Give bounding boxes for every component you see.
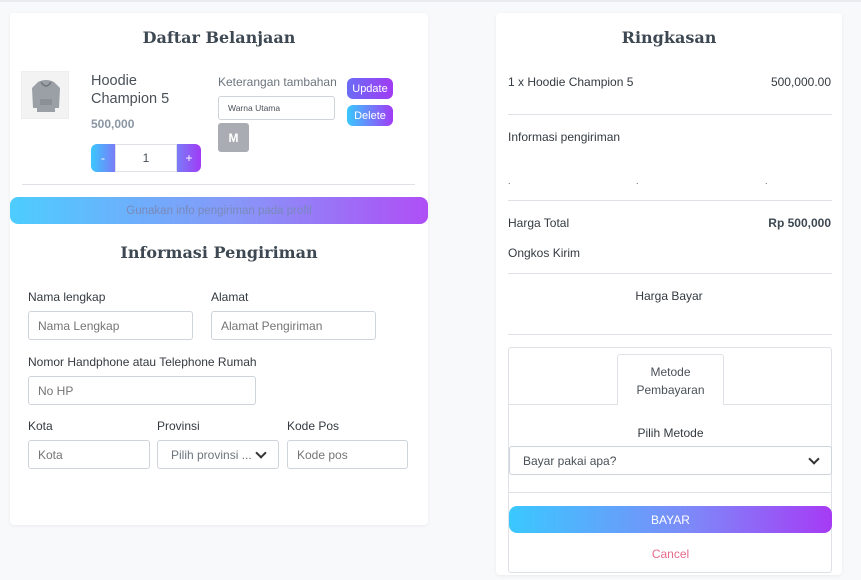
tab-label: Metode — [650, 365, 691, 379]
size-button[interactable]: M — [218, 123, 249, 152]
top-border — [0, 0, 861, 2]
zip-label: Kode Pos — [287, 419, 340, 433]
payment-select-value: Bayar pakai apa? — [523, 453, 617, 468]
divider — [508, 273, 832, 274]
divider — [508, 200, 832, 201]
choose-method-label: Pilih Metode — [637, 426, 704, 440]
use-profile-info-button[interactable]: Gunakan info pengiriman pada profil — [10, 197, 428, 224]
delete-button[interactable]: Delete — [347, 105, 393, 126]
divider — [508, 334, 832, 335]
summary-card: Ringkasan 1 x Hoodie Champion 5 500,000.… — [496, 13, 842, 575]
city-input[interactable] — [28, 440, 150, 469]
update-button[interactable]: Update — [347, 78, 393, 99]
address-label: Alamat — [211, 290, 249, 304]
note-label: Keterangan tambahan — [218, 75, 337, 89]
shipping-info-dot: . — [636, 176, 639, 186]
chevron-down-icon — [808, 452, 820, 465]
tab-payment-method[interactable]: Metode Pembayaran — [617, 354, 724, 405]
payment-box: Metode Pembayaran Pilih Metode Bayar pak… — [508, 347, 832, 573]
name-input[interactable] — [28, 311, 193, 340]
summary-item-amount: 500,000.00 — [770, 75, 831, 89]
divider — [508, 114, 832, 115]
province-select-value: Pilih provinsi ... — [171, 447, 252, 462]
quantity-increase-button[interactable]: + — [177, 144, 201, 172]
pay-button[interactable]: BAYAR — [509, 506, 832, 533]
summary-item-line: 1 x Hoodie Champion 5 — [508, 75, 634, 89]
name-label: Nama lengkap — [28, 290, 106, 304]
province-label: Provinsi — [157, 419, 200, 433]
product-name: Hoodie Champion 5 — [91, 73, 170, 107]
summary-title: Ringkasan — [621, 28, 717, 47]
province-select[interactable]: Pilih provinsi ... — [157, 440, 279, 469]
hoodie-image — [21, 71, 69, 119]
total-value: Rp 500,000 — [768, 216, 831, 230]
chevron-down-icon — [255, 446, 267, 459]
product-price: 500,000 — [91, 117, 135, 131]
tab-label: Pembayaran — [636, 383, 705, 397]
cancel-link[interactable]: Cancel — [509, 547, 832, 561]
note-input[interactable] — [218, 96, 335, 120]
quantity-decrease-button[interactable]: - — [91, 144, 115, 172]
quantity-stepper: - + — [91, 144, 201, 172]
shipping-info-dot: . — [508, 176, 511, 186]
address-input[interactable] — [211, 311, 376, 340]
shipping-cost-label: Ongkos Kirim — [508, 246, 581, 260]
shipping-title: Informasi Pengiriman — [120, 243, 318, 262]
pay-price-label: Harga Bayar — [635, 289, 703, 303]
shipping-info-label: Informasi pengiriman — [508, 130, 621, 144]
total-label: Harga Total — [508, 216, 570, 230]
divider — [509, 492, 831, 493]
quantity-input[interactable] — [115, 144, 177, 172]
cart-card: Daftar Belanjaan Hoodie Champion 5 500,0… — [10, 13, 428, 525]
divider — [22, 184, 415, 185]
phone-input[interactable] — [28, 376, 256, 405]
cart-title: Daftar Belanjaan — [142, 28, 296, 47]
phone-label: Nomor Handphone atau Telephone Rumah — [28, 355, 257, 369]
city-label: Kota — [28, 419, 53, 433]
payment-method-select[interactable]: Bayar pakai apa? — [509, 446, 832, 475]
shipping-info-dot: . — [765, 176, 768, 186]
zip-input[interactable] — [287, 440, 408, 469]
